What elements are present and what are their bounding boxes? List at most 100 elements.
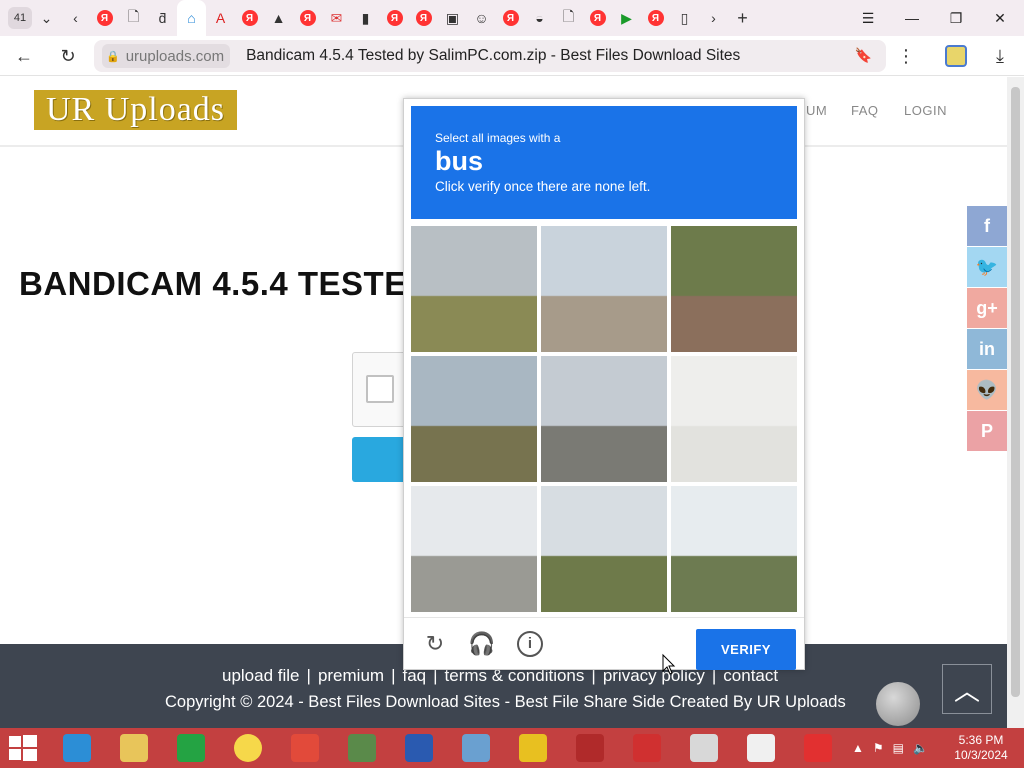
close-icon[interactable]: ✕ [978,0,1022,36]
new-tab-plus-icon[interactable]: + [728,0,757,36]
menu-item-login[interactable]: LOGIN [904,103,947,118]
taskbar-yandex-browser-icon[interactable] [227,731,269,765]
tab-font[interactable]: ƌ [148,0,177,36]
taskbar-internet-explorer-icon[interactable] [56,731,98,765]
captcha-tile-underpass[interactable] [541,486,667,612]
tab-picture[interactable]: ▣ [438,0,467,36]
captcha-tile-bridge-beams[interactable] [411,486,537,612]
captcha-tile-highway[interactable] [541,356,667,482]
page-title: Bandicam 4.5.4 Tested by SalimPC.com.zip… [246,47,741,64]
tray-flag-icon[interactable]: ⚑ [873,741,884,755]
captcha-tile-overpass[interactable] [411,356,537,482]
menu-item-premium[interactable]: UM [806,103,827,118]
domain-chip[interactable]: 🔒 uruploads.com [102,44,231,68]
language-globe-icon[interactable] [876,682,920,726]
clock-time: 5:36 PM [958,733,1004,747]
clock-date: 10/3/2024 [954,748,1008,762]
scroll-tabs-left-icon[interactable]: ‹ [61,0,90,36]
tab-menu-icon[interactable]: ☰ [846,0,890,36]
taskbar-youtube-exe-icon[interactable] [683,731,725,765]
captcha-tile-traffic-lights[interactable] [541,226,667,352]
minimize-icon[interactable]: — [890,0,934,36]
tab-yandex[interactable]: Я [380,0,409,36]
google-plus-icon[interactable]: g+ [967,288,1007,328]
taskbar-yellow-globe-icon[interactable] [512,731,554,765]
lock-icon: 🔒 [106,50,120,63]
omnibox[interactable]: 🔒 uruploads.com Bandicam 4.5.4 Tested by… [94,40,886,72]
tray-expand-icon[interactable]: ▲ [852,741,864,755]
tray-network-icon[interactable]: ▤ [893,741,904,755]
taskbar-ccleaner-icon[interactable] [626,731,668,765]
tab-yandex[interactable]: Я [496,0,525,36]
captcha-tile-signal[interactable] [671,486,797,612]
mouse-cursor-icon [662,653,676,675]
taskbar-user-app-icon[interactable] [341,731,383,765]
linkedin-icon[interactable]: in [967,329,1007,369]
tab-yandex[interactable]: Я [409,0,438,36]
page-scrollbar[interactable] [1007,77,1024,728]
tab-yandex[interactable]: Я [90,0,119,36]
taskbar-app-red-icon[interactable] [284,731,326,765]
taskbar-globe-app-icon[interactable] [398,731,440,765]
scrollbar-thumb[interactable] [1011,87,1020,697]
tab-yandex[interactable]: Я [235,0,264,36]
windows-start-icon[interactable] [8,734,38,762]
bookmark-icon[interactable]: 🔖 [855,47,872,64]
pinterest-icon[interactable]: P [967,411,1007,451]
reload-challenge-icon[interactable]: ↻ [420,629,450,659]
tray-volume-icon[interactable]: 🔈 [913,741,928,755]
tab-document[interactable]: 🗋 [119,0,148,36]
footer-link-upload[interactable]: upload file [222,666,300,685]
taskbar-control-panel-icon[interactable] [455,731,497,765]
tab-count-badge[interactable]: 41 [8,7,32,29]
more-menu-icon[interactable]: ⋮ [890,40,922,72]
recaptcha-checkbox[interactable] [366,375,394,403]
taskbar-red-disc-icon[interactable] [569,731,611,765]
tab-mail[interactable]: ✉ [322,0,351,36]
tab-arrow[interactable]: ▲ [264,0,293,36]
tab-active[interactable]: ⌂ [177,0,206,36]
upload-icon: ⌂ [187,10,196,26]
system-tray: ▲ ⚑ ▤ 🔈 [852,728,928,768]
taskbar-7zip-icon[interactable] [740,731,782,765]
logo-text: UR Uploads [45,91,226,128]
tab-yandex[interactable]: Я [583,0,612,36]
extension-icon[interactable] [940,40,972,72]
tab-phone[interactable]: ▮ [351,0,380,36]
back-arrow-icon[interactable]: ← [8,40,40,72]
captcha-hint: Click verify once there are none left. [435,179,651,194]
verify-button[interactable]: VERIFY [696,629,796,670]
captcha-target: bus [435,146,484,176]
tab-document[interactable]: 🗋 [554,0,583,36]
tab-cake[interactable]: ◒ [525,0,554,36]
footer-link-premium[interactable]: premium [318,666,384,685]
audio-challenge-icon[interactable]: 🎧 [467,629,497,659]
taskbar-store-icon[interactable] [170,731,212,765]
tab-yandex[interactable]: Я [641,0,670,36]
taskbar-clock[interactable]: 5:36 PM 10/3/2024 [948,733,1014,763]
reload-icon[interactable]: ↻ [52,40,84,72]
tab-play[interactable]: ▶ [612,0,641,36]
restore-icon[interactable]: ❐ [934,0,978,36]
captcha-tile-field[interactable] [411,226,537,352]
tab-adblock[interactable]: A [206,0,235,36]
info-icon[interactable]: i [515,629,545,659]
captcha-instruction: Select all images with a [435,131,561,145]
tab-file[interactable]: ▯ [670,0,699,36]
download-icon[interactable]: ⤓ [984,40,1016,72]
scroll-to-top-button[interactable]: ︿ [942,664,992,714]
tab-smiley[interactable]: ☺ [467,0,496,36]
facebook-icon[interactable]: f [967,206,1007,246]
captcha-tile-faded[interactable] [671,356,797,482]
taskbar-file-explorer-icon[interactable] [113,731,155,765]
taskbar-heart-app-icon[interactable] [797,731,839,765]
yandex-icon: Я [241,10,258,26]
twitter-icon[interactable]: 🐦 [967,247,1007,287]
tab-list-chevron-icon[interactable]: ⌄ [32,0,61,36]
site-logo[interactable]: UR Uploads [34,90,237,130]
tab-yandex[interactable]: Я [293,0,322,36]
scroll-tabs-right-icon[interactable]: › [699,0,728,36]
captcha-tile-stairs[interactable] [671,226,797,352]
reddit-icon[interactable]: 👽 [967,370,1007,410]
menu-item-faq[interactable]: FAQ [851,103,879,118]
